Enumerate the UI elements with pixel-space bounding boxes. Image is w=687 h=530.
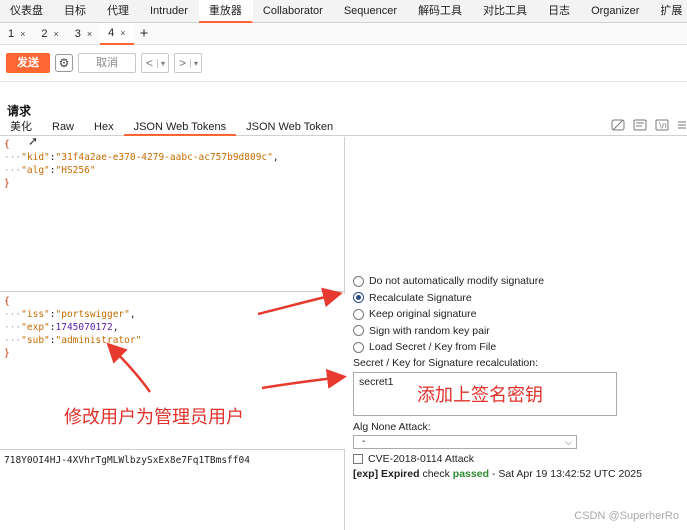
hide-icon[interactable] (611, 118, 625, 132)
repeater-tab-3[interactable]: 3 × (67, 23, 100, 45)
add-tab-icon[interactable]: + (134, 25, 155, 42)
repeater-tabs: 1 × 2 × 3 × 4 × + (0, 22, 687, 45)
jwt-header-pane[interactable]: { ···"kid":"31f4a2ae-e370-4279-aabc-ac75… (0, 137, 345, 292)
close-icon[interactable]: × (20, 23, 25, 45)
cancel-button[interactable]: 取消 (78, 53, 136, 73)
tab-json-web-token[interactable]: JSON Web Token (236, 118, 343, 136)
cve-checkbox-row[interactable]: CVE-2018-0114 Attack (353, 453, 683, 465)
tab-organizer[interactable]: Organizer (581, 0, 650, 23)
secret-input[interactable]: secret1 添加上签名密钥 (353, 371, 617, 416)
radio-button[interactable] (353, 308, 364, 320)
signature-options: Do not automatically modify signature Re… (353, 273, 683, 480)
radio-button[interactable] (353, 275, 364, 287)
radio-button-selected[interactable] (353, 292, 364, 304)
chevron-down-icon: ⌵ (565, 436, 572, 447)
close-brace: } (4, 348, 10, 359)
tab-raw[interactable]: Raw (42, 118, 84, 136)
option-no-modify[interactable]: Do not automatically modify signature (353, 273, 683, 290)
gear-icon[interactable]: ⚙ (55, 54, 73, 72)
tab-dashboard[interactable]: 仪表盘 (0, 0, 54, 23)
repeater-tab-4[interactable]: 4 × (100, 22, 134, 45)
chevron-down-icon[interactable]: ▾ (157, 58, 168, 68)
chevron-left-icon: < (146, 56, 154, 70)
tab-decoder[interactable]: 解码工具 (408, 0, 473, 23)
exp-status: [exp] Expired check passed - Sat Apr 19 … (353, 467, 642, 480)
chevron-down-icon[interactable]: ▾ (190, 58, 201, 68)
repeater-tab-2[interactable]: 2 × (33, 23, 66, 45)
option-random-key[interactable]: Sign with random key pair (353, 323, 683, 340)
menu-icon[interactable] (677, 118, 687, 132)
repeater-tab-1[interactable]: 1 × (0, 23, 33, 45)
request-title: 请求 (7, 104, 32, 118)
close-icon[interactable]: × (54, 23, 59, 45)
cve-checkbox[interactable] (353, 453, 363, 464)
open-brace: { (4, 296, 10, 307)
editor-icons: \n (611, 118, 687, 132)
alg-none-select[interactable]: - ⌵ (353, 434, 577, 449)
header-line-alg: ···"alg":"HS256" (4, 165, 96, 176)
editor-tabs: 美化 Raw Hex JSON Web Tokens JSON Web Toke… (0, 118, 687, 136)
tab-repeater[interactable]: 重放器 (198, 0, 253, 23)
back-button[interactable]: < ▾ (141, 53, 170, 73)
close-icon[interactable]: × (120, 22, 125, 44)
list-icon[interactable] (633, 118, 647, 132)
watermark: CSDN @SuperherRo (574, 510, 679, 522)
tab-proxy[interactable]: 代理 (97, 0, 140, 23)
payload-line-sub: ···"sub":"administrator" (4, 335, 142, 346)
forward-button[interactable]: > ▾ (174, 53, 203, 73)
close-brace: } (4, 178, 10, 189)
svg-text:\n: \n (659, 121, 667, 130)
radio-button[interactable] (353, 341, 364, 353)
annotation-add-secret: 添加上签名密钥 (417, 384, 543, 406)
tab-target[interactable]: 目标 (54, 0, 97, 23)
alg-none-label: Alg None Attack: (353, 420, 431, 433)
top-nav: 仪表盘 目标 代理 Intruder 重放器 Collaborator Sequ… (0, 0, 687, 23)
toolbar: 发送 ⚙ 取消 < ▾ > ▾ (0, 46, 687, 80)
tab-logger[interactable]: 日志 (538, 0, 581, 23)
close-icon[interactable]: × (87, 23, 92, 45)
jwt-editor: { ···"kid":"31f4a2ae-e370-4279-aabc-ac75… (0, 137, 345, 530)
header-line-kid: ···"kid":"31f4a2ae-e370-4279-aabc-ac757b… (4, 152, 279, 163)
annotation-modify-user: 修改用户为管理员用户 (64, 407, 244, 428)
send-button[interactable]: 发送 (6, 53, 50, 73)
radio-button[interactable] (353, 325, 364, 337)
tab-json-web-tokens[interactable]: JSON Web Tokens (123, 118, 237, 136)
option-keep-original[interactable]: Keep original signature (353, 306, 683, 323)
secret-value: secret1 (359, 375, 394, 388)
option-recalculate[interactable]: Recalculate Signature (353, 290, 683, 307)
payload-line-exp: ···"exp":1745070172, (4, 322, 119, 333)
tab-sequencer[interactable]: Sequencer (334, 0, 408, 23)
option-load-from-file[interactable]: Load Secret / Key from File (353, 339, 683, 356)
tab-intruder[interactable]: Intruder (140, 0, 199, 23)
tab-extensions[interactable]: 扩展 (650, 0, 687, 23)
tab-collaborator[interactable]: Collaborator (253, 0, 334, 23)
divider (0, 81, 687, 82)
chevron-right-icon: > (179, 56, 187, 70)
tab-comparer[interactable]: 对比工具 (473, 0, 538, 23)
open-brace: { (4, 139, 10, 150)
payload-line-iss: ···"iss":"portswigger", (4, 309, 136, 320)
secret-label: Secret / Key for Signature recalculation… (353, 356, 539, 369)
jwt-signature[interactable]: 718Y0OI4HJ-4XVhrTgMLWlbzySxEx8e7Fq1TBmsf… (4, 455, 250, 466)
newline-icon[interactable]: \n (655, 118, 669, 132)
tab-hex[interactable]: Hex (84, 118, 124, 136)
